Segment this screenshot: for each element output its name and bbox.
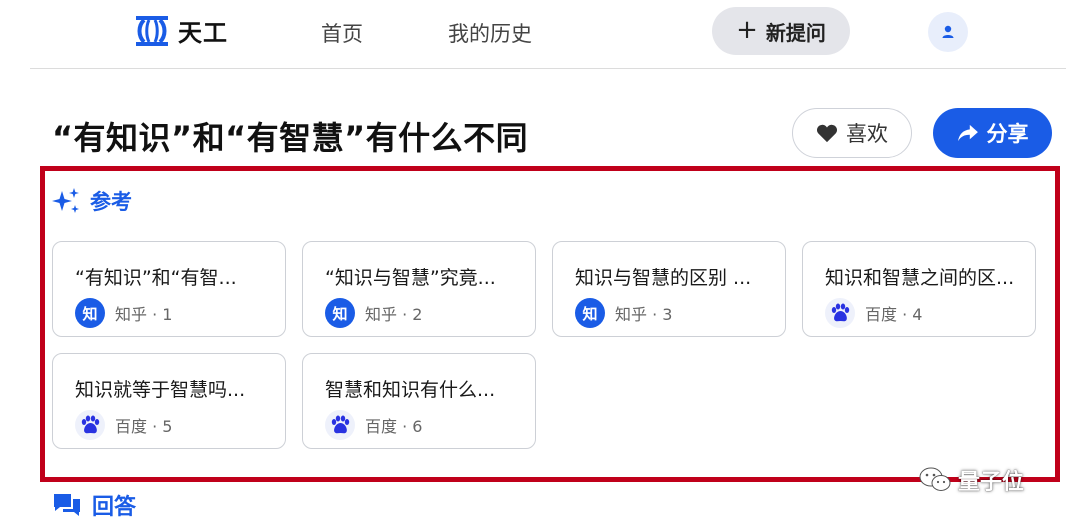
brand-logo[interactable]: 天工 (134, 13, 228, 48)
heart-icon (816, 124, 838, 143)
reference-card[interactable]: 知识就等于智慧吗... 百度 · 5 (52, 353, 286, 449)
reference-source: 知 知乎 · 1 (75, 298, 172, 328)
brand-name: 天工 (178, 19, 228, 47)
baidu-paw-icon (75, 410, 105, 440)
references-label: 参考 (90, 190, 132, 214)
reference-source: 百度 · 5 (75, 410, 172, 440)
new-question-button[interactable]: + 新提问 (712, 7, 850, 55)
sparkle-icon (52, 188, 79, 213)
plus-icon: + (736, 15, 758, 45)
page-title: “有知识”和“有智慧”有什么不同 (52, 119, 529, 157)
watermark-text: 量子位 (958, 470, 1025, 495)
reference-source-label: 百度 · 4 (865, 305, 923, 324)
reference-source: 知 知乎 · 3 (575, 298, 672, 328)
share-label: 分享 (986, 122, 1029, 146)
wechat-icon (919, 467, 951, 491)
zhihu-icon: 知 (75, 298, 105, 328)
like-button[interactable]: 喜欢 (792, 108, 912, 158)
top-nav: 天工 首页 我的历史 + 新提问 (0, 0, 1080, 68)
user-icon (942, 25, 954, 38)
reference-source-label: 知乎 · 1 (115, 305, 173, 324)
answer-label: 回答 (92, 495, 137, 520)
nav-home-link[interactable]: 首页 (321, 18, 363, 48)
watermark: 量子位 (918, 464, 1024, 496)
nav-divider (30, 68, 1066, 69)
share-arrow-icon (957, 124, 978, 142)
reference-source-label: 百度 · 5 (115, 417, 173, 436)
baidu-paw-icon (825, 298, 855, 328)
reference-card[interactable]: 知识和智慧之间的区... 百度 · 4 (802, 241, 1036, 337)
reference-source-label: 知乎 · 3 (615, 305, 673, 324)
reference-source: 百度 · 6 (325, 410, 422, 440)
references-header: 参考 (52, 186, 132, 216)
reference-title: 知识和智慧之间的区... (825, 267, 1015, 289)
chat-bubbles-icon (54, 494, 80, 516)
reference-card[interactable]: 智慧和知识有什么... 百度 · 6 (302, 353, 536, 449)
reference-source-label: 知乎 · 2 (365, 305, 423, 324)
reference-title: 智慧和知识有什么... (325, 379, 496, 401)
answer-header: 回答 (52, 489, 136, 521)
new-question-label: 新提问 (765, 20, 826, 45)
reference-title: “知识与智慧”究竟... (325, 267, 496, 289)
reference-card[interactable]: 知识与智慧的区别 ... 知 知乎 · 3 (552, 241, 786, 337)
zhihu-icon: 知 (575, 298, 605, 328)
tiangong-logo-icon (136, 15, 168, 46)
nav-history-link[interactable]: 我的历史 (448, 18, 532, 48)
reference-card[interactable]: “有知识”和“有智... 知 知乎 · 1 (52, 241, 286, 337)
reference-source-label: 百度 · 6 (365, 417, 423, 436)
zhihu-icon: 知 (325, 298, 355, 328)
user-avatar[interactable] (928, 12, 968, 52)
reference-title: 知识与智慧的区别 ... (575, 267, 752, 289)
reference-source: 知 知乎 · 2 (325, 298, 422, 328)
reference-card[interactable]: “知识与智慧”究竟... 知 知乎 · 2 (302, 241, 536, 337)
share-button[interactable]: 分享 (933, 108, 1052, 158)
baidu-paw-icon (325, 410, 355, 440)
reference-source: 百度 · 4 (825, 298, 922, 328)
reference-title: 知识就等于智慧吗... (75, 379, 246, 401)
like-label: 喜欢 (846, 122, 888, 146)
reference-title: “有知识”和“有智... (75, 267, 237, 289)
